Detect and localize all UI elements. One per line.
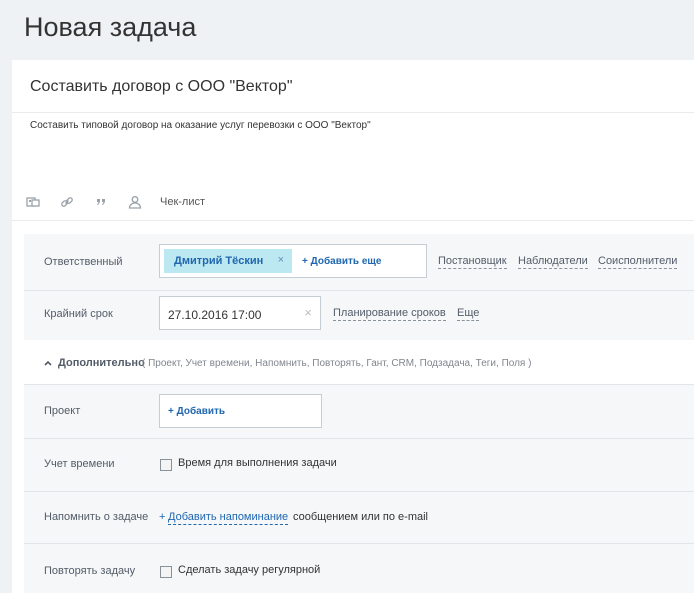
deadline-label: Крайний срок — [44, 308, 113, 320]
extra-section-toggle[interactable]: Дополнительно — [44, 357, 145, 369]
responsible-field[interactable]: Дмитрий Тёскин × + Добавить еще — [159, 244, 427, 278]
repeat-checkbox-label[interactable]: Сделать задачу регулярной — [178, 564, 320, 576]
extra-section-title: Дополнительно — [58, 357, 145, 369]
checklist-button[interactable]: Чек-лист — [160, 196, 205, 208]
page-title: Новая задача — [24, 12, 197, 42]
task-form-card: Составить договор с ООО "Вектор" Состави… — [12, 60, 694, 593]
row-divider — [24, 543, 694, 544]
title-divider — [12, 112, 694, 113]
time-tracking-checkbox[interactable] — [160, 459, 172, 471]
row-divider — [24, 438, 694, 439]
project-field[interactable]: + Добавить — [159, 394, 322, 428]
deadline-input[interactable]: 27.10.2016 17:00 × — [159, 296, 321, 330]
co-executors-link[interactable]: Соисполнители — [598, 255, 678, 269]
responsible-label: Ответственный — [44, 256, 123, 268]
quote-icon[interactable] — [94, 195, 108, 209]
link-icon[interactable] — [60, 195, 74, 209]
add-reminder-link[interactable]: Добавить напоминание — [168, 511, 289, 525]
deadline-more-link[interactable]: Еще — [457, 307, 480, 321]
time-tracking-label: Учет времени — [44, 458, 115, 470]
observers-link[interactable]: Наблюдатели — [518, 255, 588, 269]
time-tracking-checkbox-label[interactable]: Время для выполнения задачи — [178, 457, 337, 469]
task-fields-panel: Ответственный Дмитрий Тёскин × + Добавит… — [24, 234, 694, 593]
toolbar-divider — [12, 220, 694, 221]
reminder-label: Напомнить о задаче — [44, 511, 149, 523]
extra-section-items: ( Проект, Учет времени, Напомнить, Повто… — [142, 358, 532, 369]
responsible-person-name: Дмитрий Тёскин — [174, 255, 264, 267]
creator-link[interactable]: Постановщик — [438, 255, 507, 269]
repeat-checkbox[interactable] — [160, 566, 172, 578]
camera-file-icon[interactable] — [26, 195, 40, 209]
project-label: Проект — [44, 405, 81, 417]
deadline-value: 27.10.2016 17:00 — [168, 308, 262, 322]
user-icon[interactable] — [128, 195, 142, 209]
reminder-hint: сообщением или по e-mail — [293, 511, 429, 523]
responsible-person-tag[interactable]: Дмитрий Тёскин × — [164, 249, 292, 273]
add-more-responsible-button[interactable]: + Добавить еще — [302, 256, 381, 267]
clear-deadline-icon[interactable]: × — [304, 305, 312, 320]
extra-section-header[interactable]: Дополнительно ( Проект, Учет времени, На… — [24, 340, 694, 384]
chevron-up-icon — [44, 358, 52, 368]
add-reminder-plus: + — [159, 511, 166, 523]
remove-person-icon[interactable]: × — [278, 254, 284, 266]
editor-toolbar: Чек-лист — [26, 194, 205, 210]
row-divider — [24, 290, 694, 291]
deadline-planning-link[interactable]: Планирование сроков — [333, 307, 446, 321]
task-description-editor[interactable]: Составить типовой договор на оказание ус… — [30, 120, 371, 131]
row-divider — [24, 491, 694, 492]
task-title-input[interactable]: Составить договор с ООО "Вектор" — [30, 78, 293, 96]
add-project-button[interactable]: + Добавить — [168, 406, 225, 417]
repeat-label: Повторять задачу — [44, 565, 136, 577]
row-divider — [24, 384, 694, 385]
